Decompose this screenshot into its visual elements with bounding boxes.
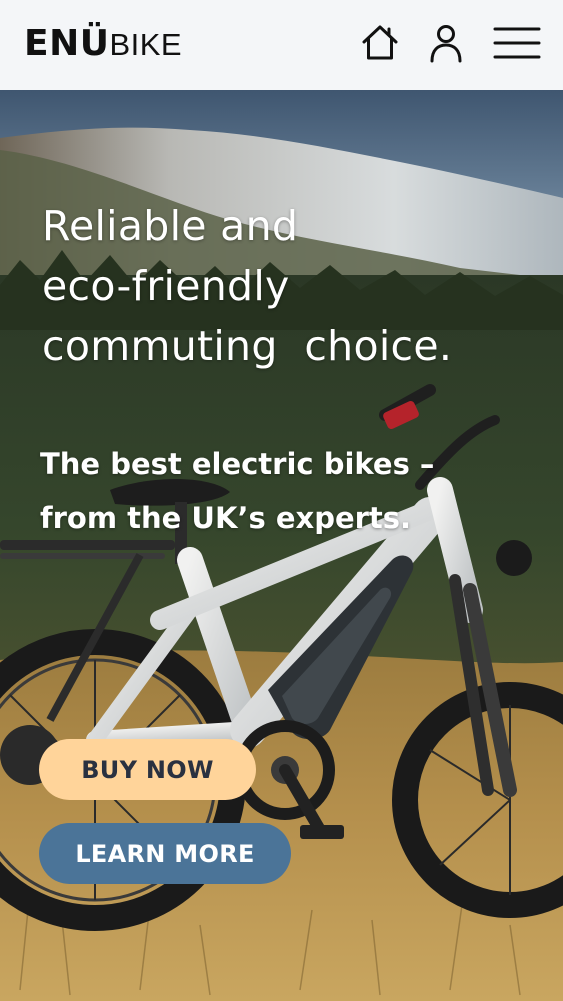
subheadline-line: The best electric bikes – [40, 447, 435, 481]
headline-line: Reliable and [42, 202, 299, 250]
buy-now-button[interactable]: BUY NOW [39, 739, 256, 800]
brand-logo[interactable]: ENÜ BIKE [24, 24, 182, 64]
app-screen: ENÜ BIKE Reliable and eco-friendly commu… [0, 0, 563, 1001]
hero-subheadline: The best electric bikes – from the UK’s … [40, 437, 510, 545]
user-icon [430, 25, 462, 63]
account-button[interactable] [421, 20, 471, 66]
hero-section: Reliable and eco-friendly commuting choi… [0, 90, 563, 1001]
headline-line: commuting choice. [42, 322, 453, 370]
header: ENÜ BIKE [0, 0, 563, 90]
logo-bold-text: ENÜ [24, 23, 110, 64]
learn-more-button[interactable]: LEARN MORE [39, 823, 291, 884]
menu-button[interactable] [492, 20, 542, 66]
subheadline-line: from the UK’s experts. [40, 501, 412, 535]
home-icon [362, 25, 398, 60]
hamburger-menu-icon [493, 27, 541, 59]
logo-light-text: BIKE [109, 27, 183, 62]
hero-headline: Reliable and eco-friendly commuting choi… [42, 196, 512, 376]
headline-line: eco-friendly [42, 262, 290, 310]
home-button[interactable] [355, 20, 405, 66]
